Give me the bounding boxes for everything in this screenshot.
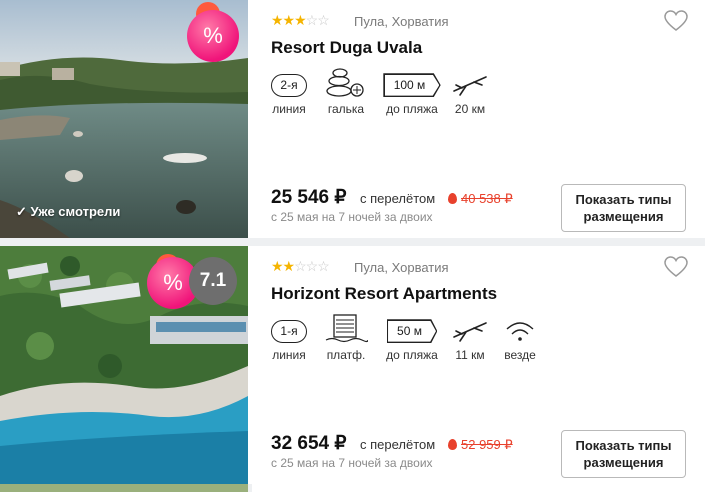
location: Пула, Хорватия xyxy=(354,260,449,275)
next-card-edge xyxy=(252,484,705,492)
distance-flag-icon: 100 м xyxy=(383,73,441,97)
price: 32 654 ₽ xyxy=(271,433,347,454)
old-price: 40 538 ₽ xyxy=(461,191,513,206)
show-room-types-button[interactable]: Показать типы размещения xyxy=(561,184,686,232)
hotel-photo[interactable]: % ✓ Уже смотрели xyxy=(0,0,248,238)
with-flight-label: с перелётом xyxy=(360,437,436,452)
plane-icon xyxy=(453,322,487,342)
hotel-card[interactable]: % 7.1 ★★☆☆☆ Пула, Хорватия Horizont Reso… xyxy=(0,246,705,484)
pebble-icon xyxy=(326,68,364,97)
next-card-photo-edge xyxy=(0,484,248,492)
distance-flag-icon: 50 м xyxy=(386,319,438,343)
feature-platform: платф. xyxy=(311,313,381,362)
dates: с 25 мая на 7 ночей за двоих xyxy=(271,210,433,224)
old-price: 52 959 ₽ xyxy=(461,437,513,452)
fire-icon xyxy=(448,193,457,204)
feature-wifi: везде xyxy=(485,313,555,362)
favorite-heart-icon[interactable] xyxy=(664,256,688,278)
platform-icon xyxy=(325,314,368,343)
star-rating: ★★☆☆☆ xyxy=(271,258,330,274)
location: Пула, Хорватия xyxy=(354,14,449,29)
feature-airport: 20 км xyxy=(435,67,505,116)
hotel-card[interactable]: % ✓ Уже смотрели ★★★☆☆ Пула, Хорватия Re… xyxy=(0,0,705,238)
hotel-photo[interactable]: % 7.1 xyxy=(0,246,248,484)
with-flight-label: с перелётом xyxy=(360,191,436,206)
show-room-types-button[interactable]: Показать типы размещения xyxy=(561,430,686,478)
dates: с 25 мая на 7 ночей за двоих xyxy=(271,456,433,470)
seen-label: ✓ Уже смотрели xyxy=(16,204,121,219)
rating-badge: 7.1 xyxy=(189,257,237,305)
feature-pebble: галька xyxy=(311,67,381,116)
star-rating: ★★★☆☆ xyxy=(271,12,330,28)
price: 25 546 ₽ xyxy=(271,187,347,208)
plane-icon xyxy=(453,76,487,96)
hotel-name[interactable]: Horizont Resort Apartments xyxy=(271,284,497,304)
hotel-name[interactable]: Resort Duga Uvala xyxy=(271,38,422,58)
fire-icon xyxy=(448,439,457,450)
discount-badge: % xyxy=(187,10,239,62)
wifi-icon xyxy=(506,322,534,341)
favorite-heart-icon[interactable] xyxy=(664,10,688,32)
